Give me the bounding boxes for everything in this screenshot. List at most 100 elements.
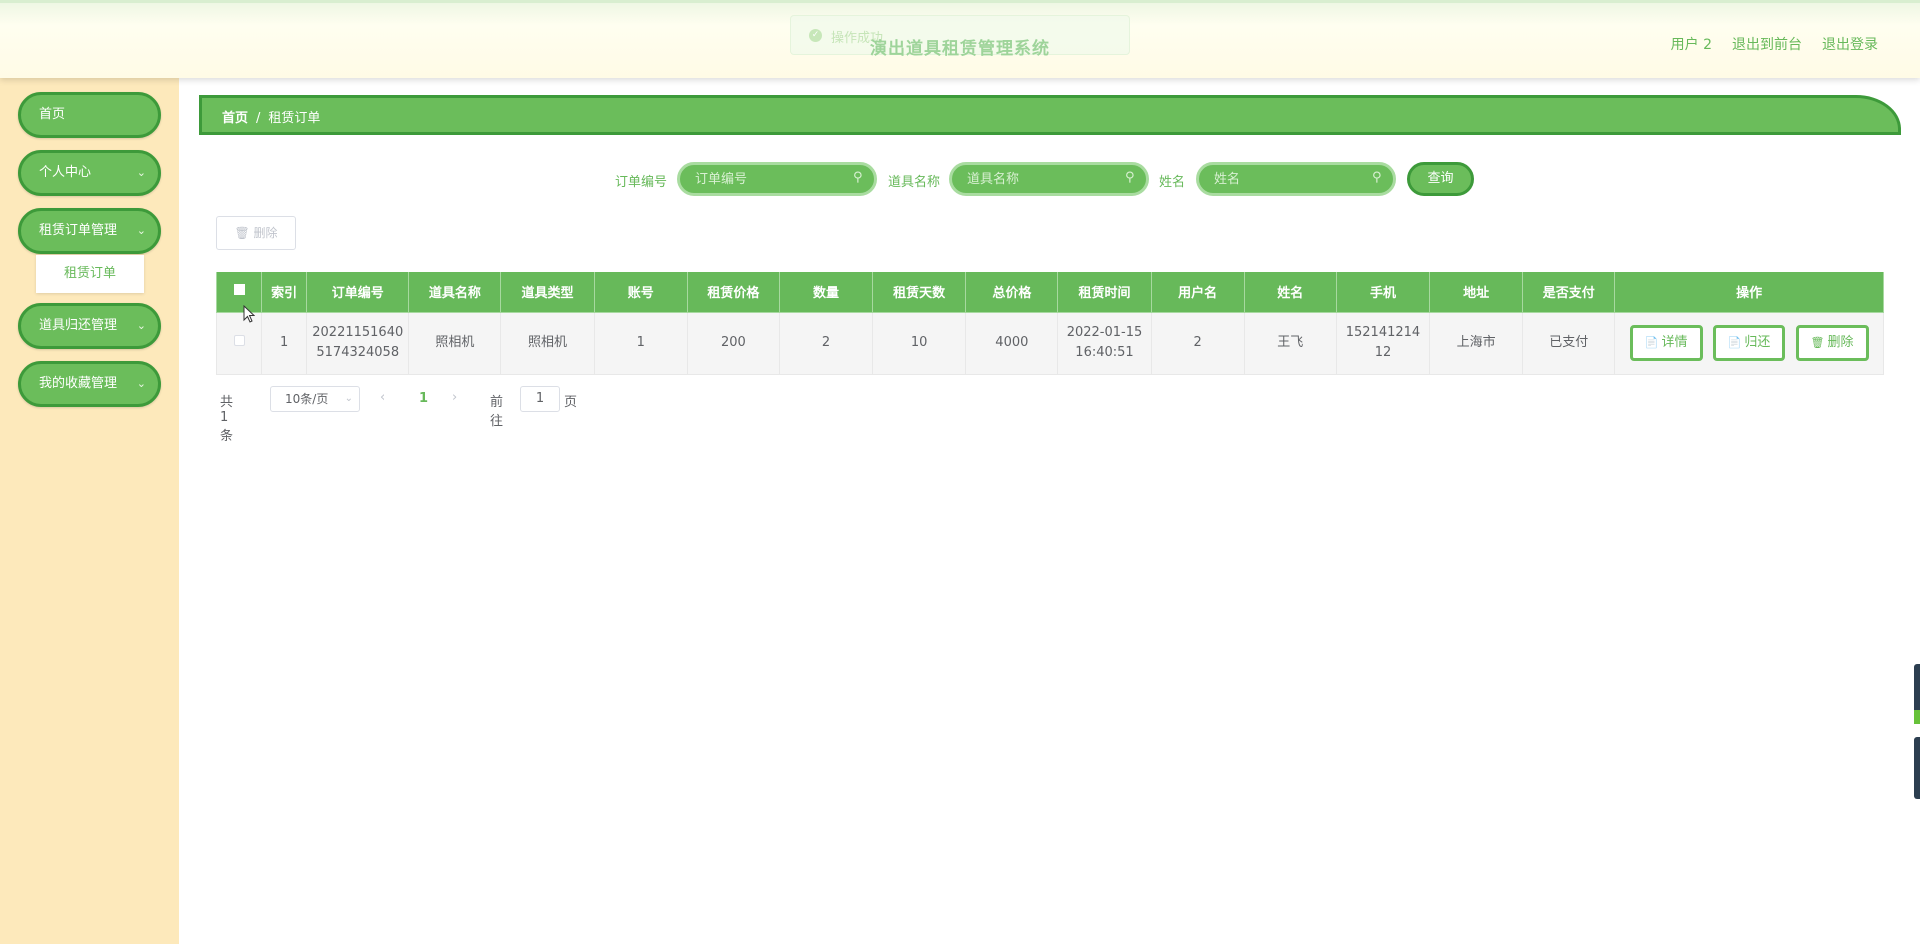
trash-icon: 🗑 — [234, 226, 250, 240]
details-button[interactable]: 📄 详情 — [1629, 325, 1703, 361]
order-no-line: 5174324058 — [316, 345, 400, 360]
breadcrumb-separator: / — [256, 111, 261, 126]
scroll-indicator[interactable] — [1914, 664, 1920, 724]
prop-name-field[interactable]: ⚲ — [949, 162, 1149, 196]
order-no-label: 订单编号 — [615, 175, 668, 190]
column-header: 姓名 — [1243, 272, 1337, 313]
chevron-down-icon: ⌄ — [136, 224, 146, 237]
exit-to-front-link[interactable]: 退出到前台 — [1732, 34, 1802, 54]
sidebar-item-label: 首页 — [39, 107, 66, 122]
user-link[interactable]: 用户 2 — [1671, 34, 1712, 54]
cell-account: 1 — [593, 311, 688, 375]
sidebar-item-label: 道具归还管理 — [39, 318, 118, 333]
column-header: 道具名称 — [408, 272, 502, 313]
search-icon: ⚲ — [1125, 170, 1135, 185]
column-header: 地址 — [1429, 272, 1524, 313]
name-input[interactable] — [1199, 165, 1393, 193]
mouse-cursor-icon — [243, 305, 255, 323]
table-header-row: 索引 订单编号 道具名称 道具类型 账号 租赁价格 数量 租赁天数 总价格 租赁… — [215, 272, 1884, 313]
sidebar-item-label: 我的收藏管理 — [39, 376, 118, 391]
search-icon: ⚲ — [853, 170, 863, 185]
app-title: 演出道具租赁管理系统 — [870, 39, 1050, 59]
goto-prefix: 前往 — [490, 395, 504, 429]
order-no-field[interactable]: ⚲ — [677, 162, 877, 196]
sidebar-item-home[interactable]: 首页 — [18, 92, 161, 138]
prop-name-label: 道具名称 — [888, 175, 941, 190]
scroll-indicator[interactable] — [1914, 737, 1920, 799]
goto-page-input[interactable]: 1 — [520, 386, 560, 412]
header-links: 用户 2 退出到前台 退出登录 — [1671, 34, 1878, 54]
chevron-down-icon: ⌄ — [136, 319, 146, 332]
delete-selected-button[interactable]: 🗑 删除 — [216, 216, 296, 250]
cell-username: 2 — [1150, 311, 1245, 375]
breadcrumb-home[interactable]: 首页 — [222, 111, 248, 126]
cell-time: 2022-01-15 16:40:51 — [1057, 311, 1152, 375]
cell-actions: 📄 详情 📄 归还 🗑 删除 — [1614, 311, 1884, 375]
time-line: 2022-01-15 — [1066, 325, 1143, 340]
name-label: 姓名 — [1159, 175, 1186, 190]
delete-label: 删除 — [253, 226, 278, 240]
column-header: 道具类型 — [500, 272, 595, 313]
cell-paid: 已支付 — [1522, 311, 1616, 375]
delete-label: 删除 — [1827, 335, 1854, 350]
column-header: 账号 — [593, 272, 688, 313]
total-count: 共 1 条 — [220, 395, 234, 444]
table-row: 1 20221151640 5174324058 照相机 照相机 1 200 2 … — [215, 311, 1884, 375]
next-page-icon[interactable]: › — [452, 390, 457, 405]
details-label: 详情 — [1661, 335, 1688, 350]
select-all-checkbox[interactable] — [233, 284, 245, 296]
search-form: 订单编号 ⚲ 道具名称 ⚲ 姓名 ⚲ 查询 — [0, 162, 1920, 196]
document-icon: 📄 — [1644, 336, 1659, 349]
sidebar-subitem-rental-order[interactable]: 租赁订单 — [36, 255, 144, 293]
column-header: 手机 — [1335, 272, 1431, 313]
query-button[interactable]: 查询 — [1407, 162, 1474, 196]
time-line: 16:40:51 — [1075, 345, 1134, 360]
cell-price: 200 — [686, 311, 780, 375]
sidebar-item-label: 租赁订单管理 — [39, 223, 118, 238]
breadcrumb-current: 租赁订单 — [268, 111, 321, 126]
cell-days: 10 — [872, 311, 967, 375]
page-number[interactable]: 1 — [419, 391, 428, 406]
row-delete-button[interactable]: 🗑 删除 — [1795, 325, 1869, 361]
chevron-down-icon: ⌄ — [344, 393, 353, 404]
chevron-down-icon: ⌄ — [136, 377, 146, 390]
phone-line: 12 — [1374, 345, 1392, 360]
cell-name: 王飞 — [1243, 311, 1337, 375]
prev-page-icon[interactable]: ‹ — [380, 390, 385, 405]
column-header: 租赁时间 — [1057, 272, 1152, 313]
column-header: 数量 — [778, 272, 874, 313]
column-header: 总价格 — [965, 272, 1059, 313]
goto-suffix: 页 — [564, 395, 578, 410]
return-button[interactable]: 📄 归还 — [1712, 325, 1786, 361]
sidebar-item-returns[interactable]: 道具归还管理 ⌄ — [18, 303, 161, 349]
logout-link[interactable]: 退出登录 — [1822, 34, 1878, 54]
prop-name-input[interactable] — [952, 165, 1146, 193]
page-size-select[interactable]: 10条/页 ⌄ — [270, 386, 360, 412]
return-label: 归还 — [1744, 335, 1771, 350]
column-header: 是否支付 — [1522, 272, 1616, 313]
column-header: 索引 — [261, 272, 308, 313]
column-header: 订单编号 — [306, 272, 410, 313]
cell-index: 1 — [261, 311, 308, 375]
sidebar: 首页 个人中心 ⌄ 租赁订单管理 ⌄ 租赁订单 道具归还管理 ⌄ 我的收藏管理 … — [0, 78, 179, 944]
search-icon: ⚲ — [1372, 170, 1382, 185]
sidebar-item-rental-orders[interactable]: 租赁订单管理 ⌄ — [18, 208, 161, 254]
column-header: 操作 — [1614, 272, 1884, 313]
cell-prop-name: 照相机 — [408, 311, 502, 375]
cell-prop-type: 照相机 — [500, 311, 595, 375]
page-size-value: 10条/页 — [285, 392, 329, 406]
column-header: 租赁价格 — [686, 272, 780, 313]
top-header: ✓ 操作成功 演出道具租赁管理系统 用户 2 退出到前台 退出登录 — [0, 0, 1920, 78]
name-field[interactable]: ⚲ — [1196, 162, 1396, 196]
cell-total: 4000 — [965, 311, 1059, 375]
column-header: 用户名 — [1150, 272, 1245, 313]
cell-qty: 2 — [778, 311, 874, 375]
row-checkbox[interactable] — [233, 335, 245, 346]
sidebar-item-favorites[interactable]: 我的收藏管理 ⌄ — [18, 361, 161, 407]
trash-icon: 🗑 — [1810, 336, 1825, 349]
order-no-line: 20221151640 — [312, 325, 404, 340]
scroll-indicator-fill — [1914, 710, 1920, 724]
phone-line: 152141214 — [1345, 325, 1421, 340]
order-no-input[interactable] — [680, 165, 874, 193]
column-header: 租赁天数 — [872, 272, 967, 313]
